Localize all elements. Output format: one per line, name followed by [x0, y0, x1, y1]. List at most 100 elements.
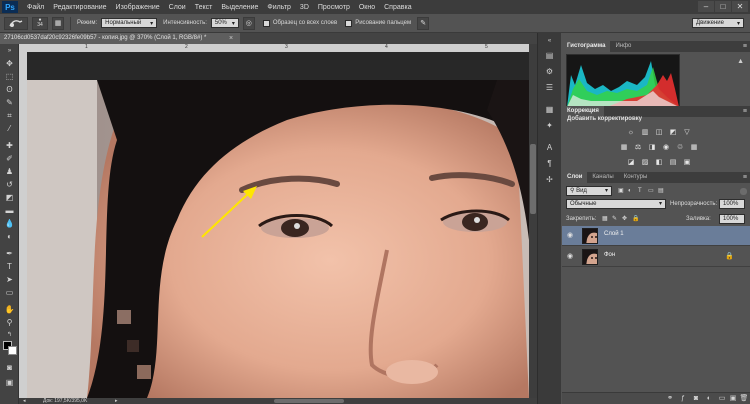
blend-mode-select[interactable]: Обычные ▾: [566, 199, 666, 209]
quick-select-tool-icon[interactable]: ✎: [4, 97, 15, 108]
paragraph-panel-icon[interactable]: ¶: [542, 157, 557, 170]
menu-help[interactable]: Справка: [384, 4, 411, 11]
filter-pixel-icon[interactable]: ▣: [618, 186, 624, 196]
properties-panel-icon[interactable]: ⚙: [542, 65, 557, 78]
lock-pixels-icon[interactable]: ✎: [612, 214, 617, 224]
menu-3d[interactable]: 3D: [300, 4, 309, 11]
posterize-icon[interactable]: ▨: [640, 158, 650, 167]
tab-close-icon[interactable]: ×: [229, 33, 239, 44]
panel-menu-icon[interactable]: ≡: [743, 41, 747, 52]
layer-style-icon[interactable]: ƒ: [678, 394, 688, 404]
minimize-icon[interactable]: –: [698, 1, 714, 12]
brush-panel-icon[interactable]: ▦: [542, 103, 557, 116]
hand-tool-icon[interactable]: ✋: [4, 304, 15, 315]
screen-mode-icon[interactable]: ▣: [4, 377, 15, 388]
fill-field[interactable]: 100%: [719, 214, 745, 224]
invert-icon[interactable]: ◪: [626, 158, 636, 167]
lock-transparency-icon[interactable]: ▦: [602, 214, 608, 224]
clone-stamp-tool-icon[interactable]: ♟: [4, 166, 15, 177]
curves-icon[interactable]: ◫: [654, 128, 664, 137]
menu-edit[interactable]: Редактирование: [53, 4, 106, 11]
delete-layer-icon[interactable]: 🗑: [739, 394, 749, 404]
brush-presets-icon[interactable]: ✦: [542, 119, 557, 132]
tab-info[interactable]: Инфо: [610, 41, 636, 52]
menu-select[interactable]: Выделение: [221, 4, 258, 11]
menu-file[interactable]: Файл: [27, 4, 44, 11]
type-tool-icon[interactable]: T: [4, 261, 15, 272]
intensity-field[interactable]: 50% ▾: [210, 18, 239, 28]
status-menu-icon[interactable]: ▸: [115, 398, 118, 404]
brush-size-picker[interactable]: ● 34: [32, 16, 48, 30]
menu-filter[interactable]: Фильтр: [267, 4, 291, 11]
menu-view[interactable]: Просмотр: [318, 4, 350, 11]
tab-paths[interactable]: Контуры: [619, 172, 653, 183]
brush-tool-icon[interactable]: ✐: [4, 153, 15, 164]
eraser-tool-icon[interactable]: ◩: [4, 192, 15, 203]
adjustments-panel-icon[interactable]: ☰: [542, 81, 557, 94]
marquee-tool-icon[interactable]: ⬚: [4, 71, 15, 82]
levels-icon[interactable]: ▥: [640, 128, 650, 137]
filter-toggle[interactable]: [740, 188, 747, 195]
document-canvas-area[interactable]: 1 2 3 4 5: [19, 44, 529, 398]
zoom-tool-icon[interactable]: ⚲: [4, 317, 15, 328]
vertical-scrollbar[interactable]: [529, 44, 537, 398]
quick-mask-icon[interactable]: ◙: [4, 362, 15, 373]
black-white-icon[interactable]: ◨: [647, 143, 657, 152]
healing-brush-tool-icon[interactable]: ✚: [4, 140, 15, 151]
crop-tool-icon[interactable]: ⌗: [4, 110, 15, 121]
workspace-select[interactable]: Движение ▾: [692, 18, 744, 28]
brightness-contrast-icon[interactable]: ☼: [626, 128, 636, 137]
character-panel-icon[interactable]: A: [542, 141, 557, 154]
vertical-scroll-thumb[interactable]: [530, 144, 536, 214]
layer-row[interactable]: ◉ Фон 🔒: [562, 247, 750, 267]
exposure-icon[interactable]: ◩: [668, 128, 678, 137]
document-tab[interactable]: 27106cd0537daf20c92326fe09b57 - копия.jp…: [0, 33, 240, 44]
mode-select[interactable]: Нормальный ▾: [101, 18, 158, 28]
selective-color-icon[interactable]: ▣: [682, 158, 692, 167]
blur-tool-icon[interactable]: 💧: [4, 218, 15, 229]
sample-all-checkbox[interactable]: [262, 19, 270, 27]
add-mask-icon[interactable]: ◙: [691, 394, 701, 404]
vibrance-icon[interactable]: ▽: [682, 128, 692, 137]
menu-window[interactable]: Окно: [359, 4, 375, 11]
tab-histogram[interactable]: Гистограмма: [562, 41, 611, 52]
opacity-field[interactable]: 100%: [719, 199, 745, 209]
lasso-tool-icon[interactable]: ʘ: [4, 84, 15, 95]
new-group-icon[interactable]: ▭: [717, 394, 727, 404]
channel-mixer-icon[interactable]: ♲: [675, 143, 685, 152]
histogram-refresh-icon[interactable]: ▲: [737, 58, 744, 65]
new-adjustment-layer-icon[interactable]: ◐: [704, 394, 714, 404]
size-pressure-toggle[interactable]: ✎: [417, 16, 430, 30]
dodge-tool-icon[interactable]: ◐: [4, 231, 15, 242]
color-lookup-icon[interactable]: ▦: [689, 143, 699, 152]
finger-paint-checkbox[interactable]: [345, 19, 353, 27]
layer-row[interactable]: ◉ Слой 1: [562, 226, 750, 246]
status-arrow-icon[interactable]: ◂: [23, 398, 26, 404]
portrait-photo[interactable]: [27, 80, 529, 398]
history-panel-icon[interactable]: ▤: [542, 49, 557, 62]
menu-layers[interactable]: Слои: [169, 4, 186, 11]
color-balance-icon[interactable]: ⚖: [633, 143, 643, 152]
maximize-icon[interactable]: □: [715, 1, 731, 12]
toolbar-collapse-icon[interactable]: »: [4, 46, 15, 57]
photo-filter-icon[interactable]: ◉: [661, 143, 671, 152]
eyedropper-tool-icon[interactable]: ⁄: [4, 123, 15, 134]
brush-panel-toggle[interactable]: ▦: [52, 16, 64, 30]
pen-tool-icon[interactable]: ✒: [4, 248, 15, 259]
lock-position-icon[interactable]: ✥: [622, 214, 627, 224]
gradient-tool-icon[interactable]: ▬: [4, 205, 15, 216]
path-select-tool-icon[interactable]: ➤: [4, 274, 15, 285]
move-tool-icon[interactable]: ✥: [4, 58, 15, 69]
filter-type-icon[interactable]: T: [638, 186, 642, 196]
swap-colors-icon[interactable]: ↰: [4, 330, 15, 341]
filter-shape-icon[interactable]: ▭: [648, 186, 654, 196]
filter-smart-icon[interactable]: ▤: [658, 186, 664, 196]
layer-filter-select[interactable]: ⚲ Вид ▾: [566, 186, 612, 196]
gradient-map-icon[interactable]: ▤: [668, 158, 678, 167]
horizontal-scroll-thumb[interactable]: [274, 399, 344, 403]
eye-icon[interactable]: ◉: [567, 253, 576, 260]
tab-channels[interactable]: Каналы: [587, 172, 618, 183]
panel-menu-icon[interactable]: ≡: [743, 172, 747, 183]
lock-all-icon[interactable]: 🔒: [632, 214, 639, 224]
tab-layers[interactable]: Слои: [562, 172, 588, 183]
